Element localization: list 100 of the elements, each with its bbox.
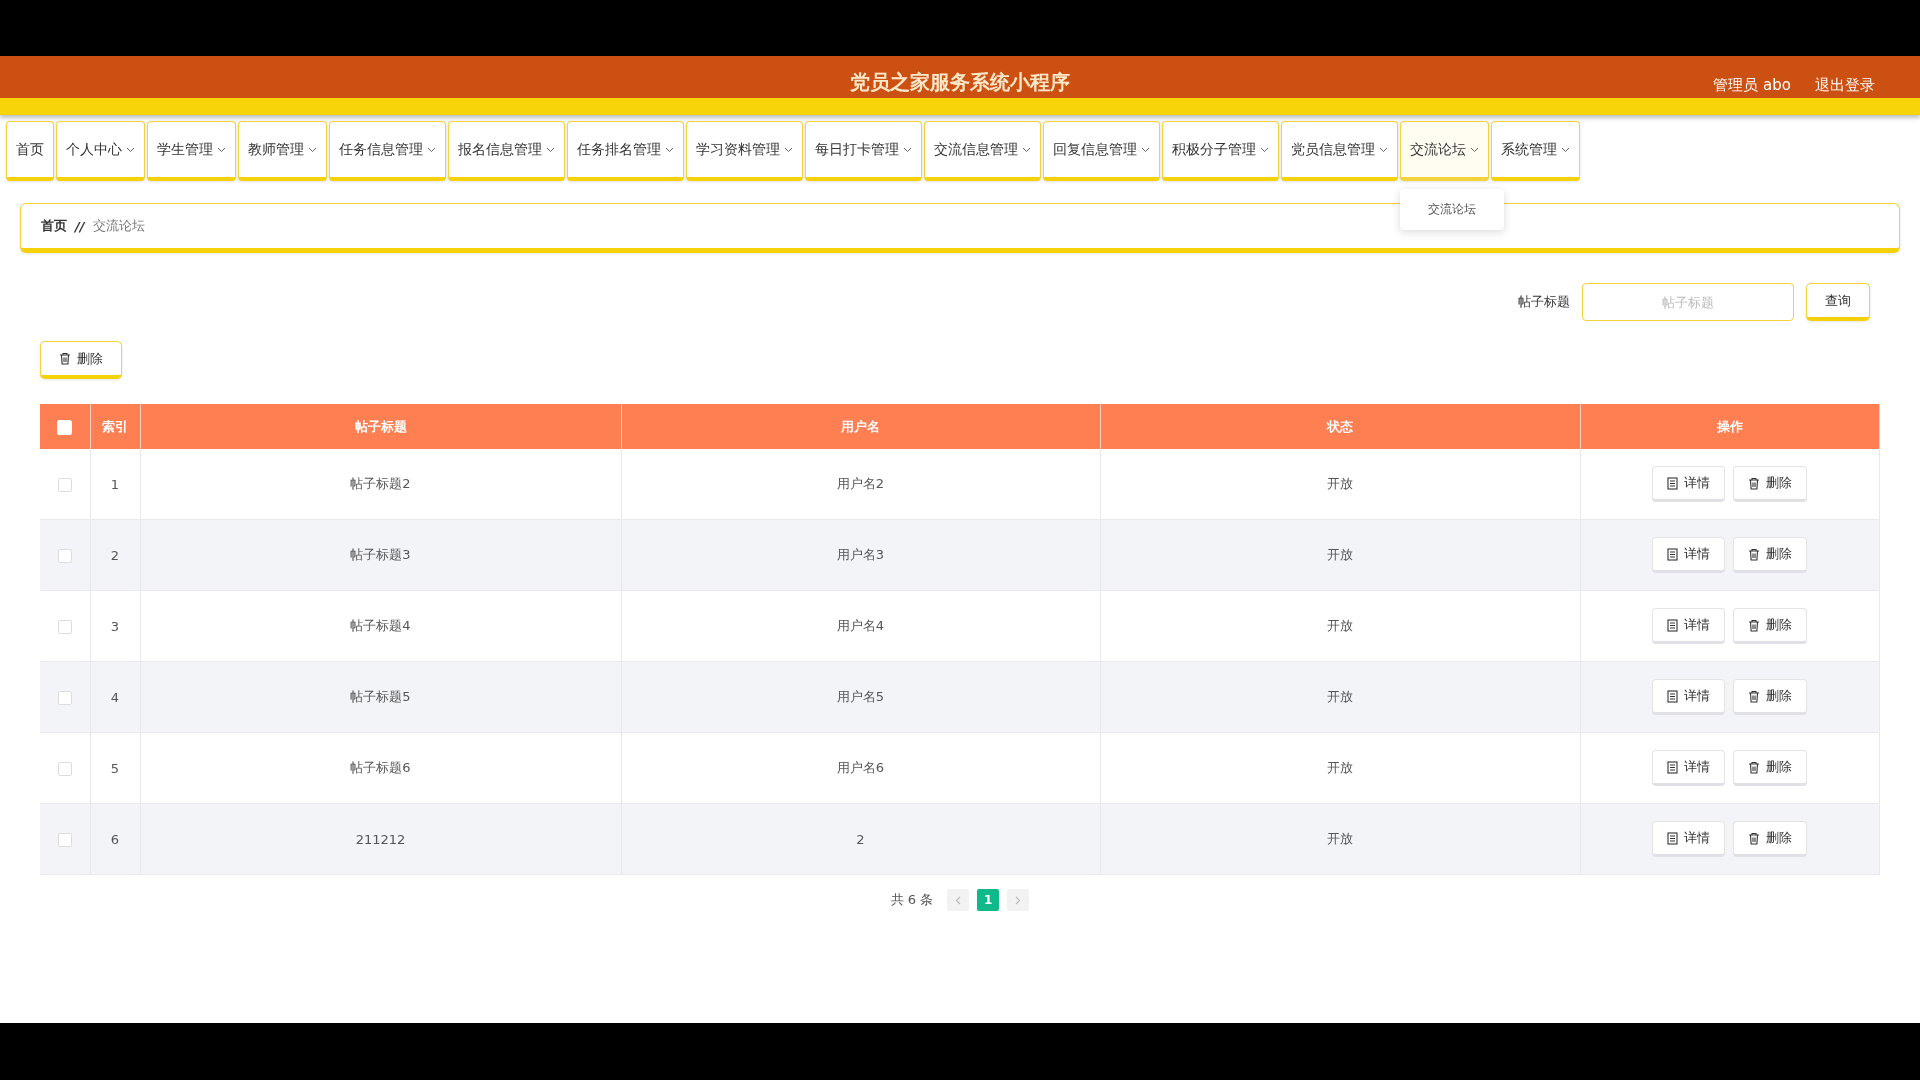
document-icon [1667, 618, 1679, 632]
caret-down-icon [1141, 146, 1150, 153]
table-cell: 2 [110, 547, 120, 563]
table-cell: 用户名2 [836, 476, 885, 491]
details-button[interactable]: 详情 [1652, 821, 1726, 857]
nav-tab[interactable]: 任务信息管理 [329, 121, 446, 181]
table-cell: 开放 [1327, 618, 1353, 633]
column-header: 索引 [102, 418, 128, 434]
delete-button[interactable]: 删除 [1733, 750, 1808, 786]
delete-button[interactable]: 删除 [1733, 537, 1808, 573]
caret-down-icon [1022, 146, 1031, 153]
details-button[interactable]: 详情 [1652, 608, 1726, 644]
row-checkbox[interactable] [57, 619, 72, 634]
chevron-left-icon [955, 895, 962, 905]
nav-tab[interactable]: 首页 [6, 121, 54, 181]
row-checkbox[interactable] [57, 690, 72, 705]
breadcrumb-item[interactable]: 首页 [41, 217, 67, 235]
table-cell: 用户名3 [836, 547, 885, 562]
caret-down-icon [308, 146, 317, 153]
search-field[interactable]: 帖子标题 [1582, 283, 1794, 321]
caret-down-icon [1379, 146, 1388, 153]
document-icon [1667, 689, 1679, 703]
table-cell: 开放 [1327, 476, 1353, 491]
trash-icon [1748, 618, 1761, 632]
table-cell: 用户名6 [836, 760, 885, 775]
details-button[interactable]: 详情 [1652, 537, 1726, 573]
details-button[interactable]: 详情 [1652, 466, 1726, 502]
table-cell: 2 [856, 831, 865, 847]
row-checkbox[interactable] [57, 832, 72, 847]
table-cell: 用户名5 [836, 689, 885, 704]
nav-tab[interactable]: 个人中心 [56, 121, 145, 181]
previous-page-button[interactable] [947, 889, 970, 911]
trash-icon [59, 352, 71, 365]
caret-down-icon [1470, 146, 1479, 153]
table-cell: 开放 [1327, 689, 1353, 704]
nav-tab[interactable]: 回复信息管理 [1043, 121, 1160, 181]
caret-down-icon [1260, 146, 1269, 153]
caret-down-icon [665, 146, 674, 153]
table-cell: 4 [110, 689, 120, 705]
table-cell: 开放 [1327, 831, 1353, 846]
select-all-checkbox[interactable] [57, 419, 73, 435]
table-cell: 帖子标题5 [350, 689, 411, 704]
nav-tab[interactable]: 学习资料管理 [686, 121, 803, 181]
delete-button[interactable]: 删除 [1733, 466, 1808, 502]
nav-tab[interactable]: 每日打卡管理 [805, 121, 922, 181]
row-checkbox[interactable] [57, 761, 72, 776]
column-header: 状态 [1327, 418, 1353, 434]
document-icon [1667, 547, 1679, 561]
caret-down-icon [126, 146, 135, 153]
delete-button[interactable]: 删除 [1733, 821, 1808, 857]
table-cell: 开放 [1327, 760, 1353, 775]
row-checkbox[interactable] [57, 477, 72, 492]
nav-tab[interactable]: 党员信息管理 [1281, 121, 1398, 181]
delete-button[interactable]: 删除 [1733, 679, 1808, 715]
caret-down-icon [546, 146, 555, 153]
table-cell: 1 [110, 476, 120, 492]
breadcrumb-item: 交流论坛 [92, 217, 145, 235]
column-header: 用户名 [841, 418, 880, 434]
trash-icon [1748, 547, 1761, 561]
nav-tab[interactable]: 系统管理 [1491, 121, 1580, 181]
table-cell: 6 [110, 831, 120, 847]
nav-tab[interactable]: 交流论坛 [1400, 121, 1489, 181]
nav-tab[interactable]: 任务排名管理 [567, 121, 684, 181]
delete-button[interactable]: 删除 [40, 341, 122, 379]
caret-down-icon [1561, 146, 1570, 153]
document-icon [1667, 831, 1679, 845]
app-title: 党员之家服务系统小程序 [850, 69, 1070, 96]
table-cell: 帖子标题6 [350, 760, 411, 775]
chevron-right-icon [1015, 895, 1022, 905]
trash-icon [1748, 760, 1761, 774]
search-button[interactable]: 查询 [1806, 283, 1870, 321]
next-page-button[interactable] [1007, 889, 1030, 911]
row-checkbox[interactable] [57, 548, 72, 563]
nav-tab[interactable]: 学生管理 [147, 121, 236, 181]
trash-icon [1748, 689, 1761, 703]
delete-button[interactable]: 删除 [1733, 608, 1808, 644]
trash-icon [1748, 831, 1761, 845]
table-cell: 3 [110, 618, 120, 634]
details-button[interactable]: 详情 [1652, 679, 1726, 715]
nav-tab[interactable]: 交流信息管理 [924, 121, 1041, 181]
table-cell: 5 [110, 760, 120, 776]
total-count: 共 6 条 [890, 891, 934, 909]
trash-icon [1748, 476, 1761, 490]
search-label: 帖子标题 [1518, 293, 1570, 311]
breadcrumb-separator: // [75, 218, 85, 234]
caret-down-icon [903, 146, 912, 153]
column-header: 帖子标题 [354, 418, 407, 434]
document-icon [1667, 476, 1679, 490]
nav-tab[interactable]: 积极分子管理 [1162, 121, 1279, 181]
column-header: 操作 [1716, 418, 1743, 434]
details-button[interactable]: 详情 [1652, 750, 1726, 786]
logout-link[interactable]: 退出登录 [1815, 76, 1875, 95]
dropdown-item[interactable]: 交流论坛 [1400, 197, 1504, 222]
table-cell: 帖子标题2 [350, 476, 411, 491]
nav-tab[interactable]: 报名信息管理 [448, 121, 565, 181]
nav-tab[interactable]: 教师管理 [238, 121, 327, 181]
caret-down-icon [427, 146, 436, 153]
caret-down-icon [784, 146, 793, 153]
table-cell: 开放 [1327, 547, 1353, 562]
table-cell: 用户名4 [836, 618, 885, 633]
